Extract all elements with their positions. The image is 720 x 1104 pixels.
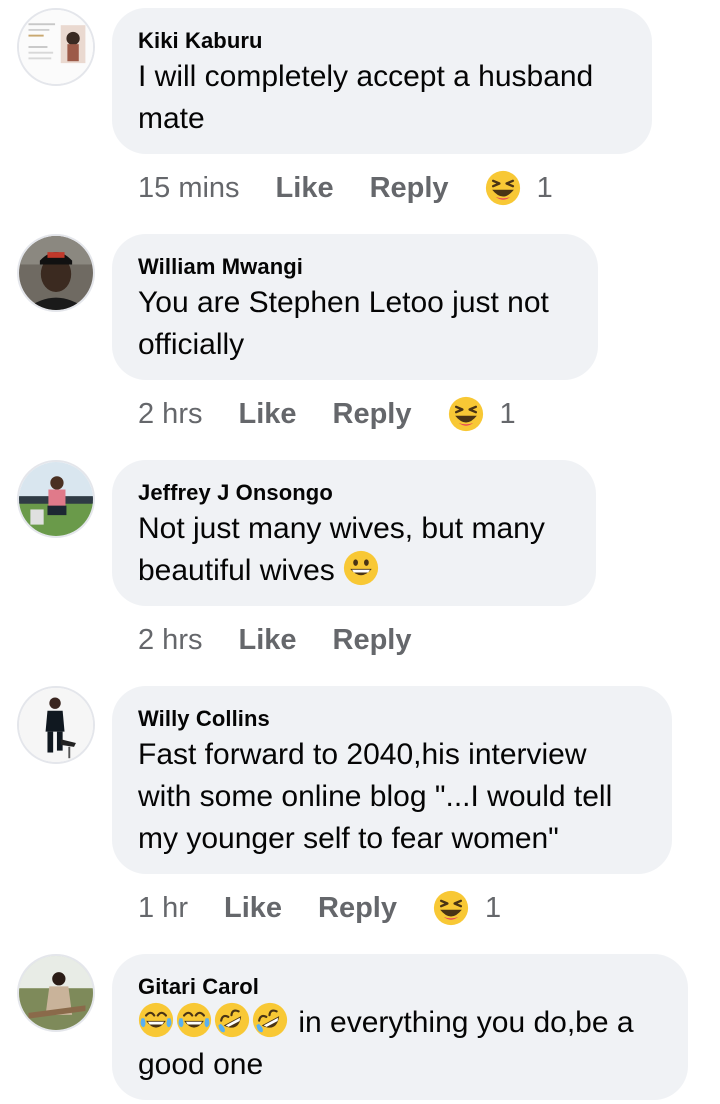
avatar[interactable] [17, 686, 95, 764]
comment-text-line: my younger self to fear women" [138, 822, 559, 855]
reaction-summary[interactable]: 1 [433, 890, 501, 926]
reaction-summary[interactable]: 1 [484, 170, 553, 206]
avatar[interactable] [17, 460, 95, 538]
comment-text-fragment: beautiful wives [138, 554, 335, 587]
comment-text-line: You are Stephen Letoo just not [138, 286, 549, 319]
reply-button[interactable]: Reply [333, 624, 412, 657]
avatar[interactable] [17, 954, 95, 1032]
comment-author[interactable]: Jeffrey J Onsongo [138, 480, 570, 506]
comment-bubble: Kiki Kaburu I will completely accept a h… [112, 8, 652, 154]
laughing-squint-emoji-icon [433, 890, 469, 926]
comment-author[interactable]: Willy Collins [138, 706, 646, 732]
reply-button[interactable]: Reply [370, 172, 449, 205]
comment-timestamp[interactable]: 2 hrs [138, 624, 202, 657]
comment-text-line: I will completely accept a husband [138, 60, 594, 93]
laughing-squint-emoji-icon [447, 396, 484, 432]
comment-text-line: good one [138, 1048, 264, 1081]
comment-text-line: officially [138, 328, 245, 361]
comment-text-fragment: in everything you do,be a [290, 1006, 634, 1039]
comment-actions: 2 hrs Like Reply [138, 620, 448, 660]
comment-actions: 1 hr Like Reply 1 [138, 888, 501, 928]
comment-bubble: William Mwangi You are Stephen Letoo jus… [112, 234, 598, 380]
rolling-laughing-emoji-icon [252, 1002, 288, 1038]
comment-author[interactable]: Kiki Kaburu [138, 28, 626, 54]
rolling-laughing-emoji-icon [214, 1002, 250, 1038]
comment-timestamp[interactable]: 1 hr [138, 892, 188, 925]
comment-text-line: Fast forward to 2040,his interview [138, 738, 587, 771]
comment-text-line: mate [138, 102, 205, 135]
reply-button[interactable]: Reply [333, 398, 412, 431]
like-button[interactable]: Like [238, 398, 296, 431]
comment-bubble: Gitari Carol in everything you do,be a g… [112, 954, 688, 1100]
laughing-squint-emoji-icon [484, 170, 521, 206]
comment-timestamp[interactable]: 2 hrs [138, 398, 202, 431]
grinning-face-emoji-icon [344, 550, 379, 586]
reaction-count: 1 [485, 891, 502, 924]
tears-of-joy-emoji-icon [176, 1002, 212, 1038]
comment-timestamp[interactable]: 15 mins [138, 172, 240, 205]
comment-author[interactable]: Gitari Carol [138, 974, 662, 1000]
reaction-count: 1 [536, 171, 553, 204]
tears-of-joy-emoji-icon [138, 1002, 174, 1038]
comment-actions: 2 hrs Like Reply 1 [138, 394, 516, 434]
comment-bubble: Willy Collins Fast forward to 2040,his i… [112, 686, 672, 874]
like-button[interactable]: Like [238, 624, 296, 657]
comment-text-line: Not just many wives, but many [138, 512, 545, 545]
reaction-summary[interactable]: 1 [447, 396, 516, 432]
comment-text: in everything you do,be a good one [138, 1002, 662, 1086]
reaction-count: 1 [499, 397, 516, 430]
comment-actions: 15 mins Like Reply 1 [138, 168, 553, 208]
comment-text: You are Stephen Letoo just not officiall… [138, 282, 572, 366]
comment-text: Fast forward to 2040,his interview with … [138, 734, 646, 860]
comment-text-line: beautiful wives [138, 550, 570, 592]
like-button[interactable]: Like [224, 892, 282, 925]
comment-text: I will completely accept a husband mate [138, 56, 626, 140]
like-button[interactable]: Like [276, 172, 334, 205]
avatar[interactable] [17, 8, 95, 86]
reply-button[interactable]: Reply [318, 892, 397, 925]
comment-text: Not just many wives, but many beautiful … [138, 508, 570, 592]
comment-author[interactable]: William Mwangi [138, 254, 572, 280]
avatar[interactable] [17, 234, 95, 312]
comment-bubble: Jeffrey J Onsongo Not just many wives, b… [112, 460, 596, 606]
comment-text-line: with some online blog "...I would tell [138, 780, 613, 813]
comment-text-line: in everything you do,be a [138, 1002, 662, 1044]
